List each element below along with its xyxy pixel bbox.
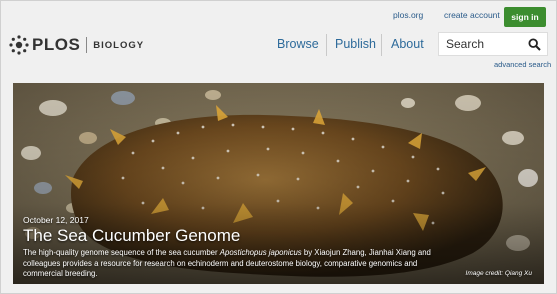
nav-divider [326, 34, 327, 56]
search-input[interactable]: Search [446, 37, 484, 51]
nav-about[interactable]: About [391, 37, 424, 51]
species-name: Apostichopus japonicus [219, 248, 302, 257]
search-box[interactable]: Search [438, 32, 548, 56]
logo-divider [86, 37, 88, 53]
plos-logo-icon [9, 35, 29, 55]
hero-description: The high-quality genome sequence of the … [23, 248, 443, 280]
description-text: The high-quality genome sequence of the … [23, 248, 220, 257]
advanced-search-link[interactable]: advanced search [494, 60, 551, 69]
hero-date: October 12, 2017 [23, 215, 89, 225]
hero-title[interactable]: The Sea Cucumber Genome [23, 226, 443, 246]
search-icon[interactable] [528, 38, 541, 51]
top-bar: plos.org create account sign in [1, 4, 557, 28]
nav-divider [381, 34, 382, 56]
sign-in-button[interactable]: sign in [504, 7, 546, 27]
page-frame: plos.org create account sign in PLOS BIO… [0, 0, 557, 294]
nav-publish[interactable]: Publish [335, 37, 376, 51]
image-credit: Image credit: Qiang Xu [465, 270, 532, 277]
create-account-link[interactable]: create account [444, 10, 500, 20]
journal-name: BIOLOGY [93, 39, 145, 51]
nav-browse[interactable]: Browse [277, 37, 319, 51]
hero-banner[interactable]: October 12, 2017 The Sea Cucumber Genome… [13, 83, 544, 284]
plos-biology-logo[interactable]: PLOS BIOLOGY [9, 34, 144, 56]
plos-org-link[interactable]: plos.org [393, 10, 423, 20]
hero-caption: October 12, 2017 The Sea Cucumber Genome… [23, 215, 443, 280]
logo-wordmark: PLOS [32, 35, 81, 54]
